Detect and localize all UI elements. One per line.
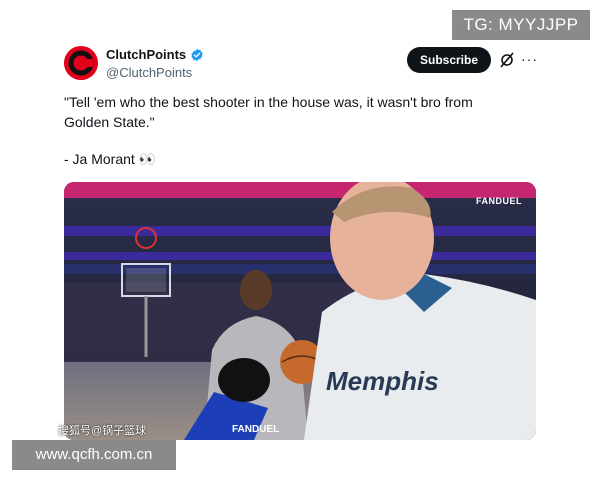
site-watermark: www.qcfh.com.cn: [12, 440, 176, 470]
jersey-text: Memphis: [326, 366, 439, 396]
video-media[interactable]: FANDUEL Memphis FANDUEL: [64, 182, 536, 440]
mic-label: FANDUEL: [232, 424, 279, 435]
post-text: "Tell 'em who the best shooter in the ho…: [64, 92, 534, 132]
post-text-line-1: "Tell 'em who the best shooter in the ho…: [64, 94, 473, 110]
handle[interactable]: @ClutchPoints: [106, 65, 192, 80]
video-frame-image: FANDUEL Memphis: [64, 182, 536, 440]
grok-icon[interactable]: [499, 52, 515, 68]
clutchpoints-logo-icon: [64, 46, 98, 80]
post-text-line-2: Golden State.": [64, 114, 155, 130]
more-options-icon[interactable]: ···: [521, 51, 538, 67]
subscribe-button[interactable]: Subscribe: [407, 47, 491, 73]
tg-watermark: TG: MYYJJPP: [452, 10, 590, 40]
avatar[interactable]: [64, 46, 98, 80]
post-signature: - Ja Morant 👀: [64, 151, 157, 167]
fanduel-logo: FANDUEL: [476, 196, 522, 206]
author-row: ClutchPoints: [106, 47, 204, 62]
verified-badge-icon: [191, 48, 203, 61]
video-overlay-watermark: 搜狐号@锅子篮球: [58, 425, 147, 437]
display-name[interactable]: ClutchPoints: [106, 47, 186, 62]
